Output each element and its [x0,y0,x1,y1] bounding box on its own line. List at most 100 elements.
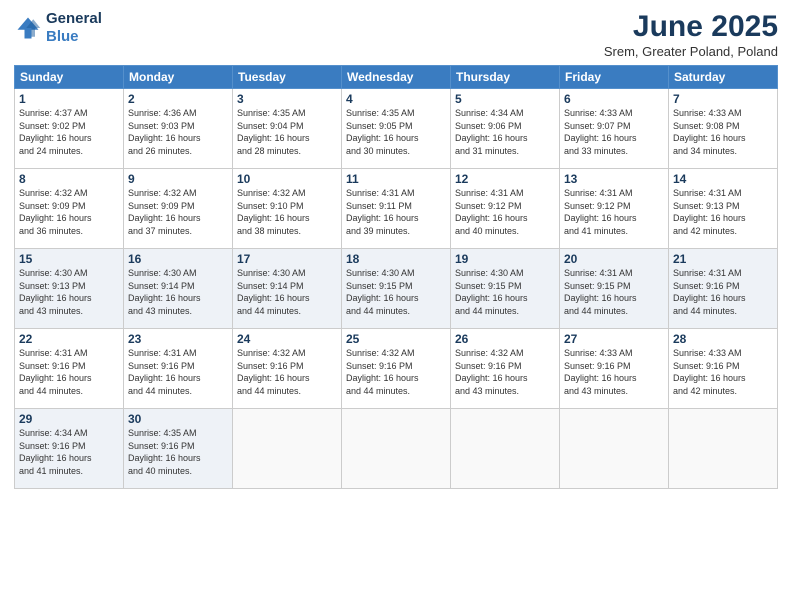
day-number: 2 [128,92,228,106]
table-cell: 11Sunrise: 4:31 AMSunset: 9:11 PMDayligh… [342,169,451,249]
day-number: 4 [346,92,446,106]
day-number: 9 [128,172,228,186]
day-number: 20 [564,252,664,266]
day-number: 18 [346,252,446,266]
day-number: 17 [237,252,337,266]
header: General Blue June 2025 Srem, Greater Pol… [14,10,778,59]
day-number: 16 [128,252,228,266]
table-cell: 2Sunrise: 4:36 AMSunset: 9:03 PMDaylight… [124,89,233,169]
day-info: Sunrise: 4:32 AMSunset: 9:10 PMDaylight:… [237,187,337,237]
col-friday: Friday [560,66,669,89]
day-info: Sunrise: 4:30 AMSunset: 9:14 PMDaylight:… [128,267,228,317]
logo: General Blue [14,10,102,46]
table-cell: 15Sunrise: 4:30 AMSunset: 9:13 PMDayligh… [15,249,124,329]
table-cell: 3Sunrise: 4:35 AMSunset: 9:04 PMDaylight… [233,89,342,169]
day-number: 27 [564,332,664,346]
table-cell: 18Sunrise: 4:30 AMSunset: 9:15 PMDayligh… [342,249,451,329]
day-number: 10 [237,172,337,186]
table-cell: 4Sunrise: 4:35 AMSunset: 9:05 PMDaylight… [342,89,451,169]
day-number: 24 [237,332,337,346]
day-info: Sunrise: 4:35 AMSunset: 9:05 PMDaylight:… [346,107,446,157]
day-info: Sunrise: 4:33 AMSunset: 9:08 PMDaylight:… [673,107,773,157]
table-cell: 23Sunrise: 4:31 AMSunset: 9:16 PMDayligh… [124,329,233,409]
table-cell: 14Sunrise: 4:31 AMSunset: 9:13 PMDayligh… [669,169,778,249]
day-info: Sunrise: 4:37 AMSunset: 9:02 PMDaylight:… [19,107,119,157]
table-cell: 6Sunrise: 4:33 AMSunset: 9:07 PMDaylight… [560,89,669,169]
page: General Blue June 2025 Srem, Greater Pol… [0,0,792,612]
table-cell: 28Sunrise: 4:33 AMSunset: 9:16 PMDayligh… [669,329,778,409]
month-title: June 2025 [604,10,778,44]
day-number: 5 [455,92,555,106]
table-cell: 1Sunrise: 4:37 AMSunset: 9:02 PMDaylight… [15,89,124,169]
col-wednesday: Wednesday [342,66,451,89]
day-info: Sunrise: 4:31 AMSunset: 9:12 PMDaylight:… [455,187,555,237]
day-number: 7 [673,92,773,106]
day-number: 26 [455,332,555,346]
day-info: Sunrise: 4:36 AMSunset: 9:03 PMDaylight:… [128,107,228,157]
col-thursday: Thursday [451,66,560,89]
logo-icon [14,14,42,42]
table-cell [342,409,451,489]
day-number: 30 [128,412,228,426]
day-number: 6 [564,92,664,106]
table-cell: 7Sunrise: 4:33 AMSunset: 9:08 PMDaylight… [669,89,778,169]
day-info: Sunrise: 4:32 AMSunset: 9:16 PMDaylight:… [346,347,446,397]
day-number: 15 [19,252,119,266]
table-cell: 21Sunrise: 4:31 AMSunset: 9:16 PMDayligh… [669,249,778,329]
day-number: 12 [455,172,555,186]
week-row-4: 22Sunrise: 4:31 AMSunset: 9:16 PMDayligh… [15,329,778,409]
day-info: Sunrise: 4:30 AMSunset: 9:14 PMDaylight:… [237,267,337,317]
day-number: 28 [673,332,773,346]
table-cell: 20Sunrise: 4:31 AMSunset: 9:15 PMDayligh… [560,249,669,329]
day-info: Sunrise: 4:34 AMSunset: 9:16 PMDaylight:… [19,427,119,477]
week-row-1: 1Sunrise: 4:37 AMSunset: 9:02 PMDaylight… [15,89,778,169]
day-info: Sunrise: 4:30 AMSunset: 9:15 PMDaylight:… [346,267,446,317]
day-info: Sunrise: 4:31 AMSunset: 9:16 PMDaylight:… [128,347,228,397]
table-cell: 10Sunrise: 4:32 AMSunset: 9:10 PMDayligh… [233,169,342,249]
day-info: Sunrise: 4:35 AMSunset: 9:16 PMDaylight:… [128,427,228,477]
table-cell: 17Sunrise: 4:30 AMSunset: 9:14 PMDayligh… [233,249,342,329]
table-cell [669,409,778,489]
day-info: Sunrise: 4:31 AMSunset: 9:13 PMDaylight:… [673,187,773,237]
table-cell: 26Sunrise: 4:32 AMSunset: 9:16 PMDayligh… [451,329,560,409]
day-info: Sunrise: 4:31 AMSunset: 9:16 PMDaylight:… [673,267,773,317]
day-number: 22 [19,332,119,346]
day-info: Sunrise: 4:31 AMSunset: 9:11 PMDaylight:… [346,187,446,237]
day-number: 14 [673,172,773,186]
day-number: 23 [128,332,228,346]
table-cell: 24Sunrise: 4:32 AMSunset: 9:16 PMDayligh… [233,329,342,409]
day-number: 19 [455,252,555,266]
table-cell [233,409,342,489]
day-number: 1 [19,92,119,106]
day-number: 21 [673,252,773,266]
day-info: Sunrise: 4:30 AMSunset: 9:13 PMDaylight:… [19,267,119,317]
col-sunday: Sunday [15,66,124,89]
day-info: Sunrise: 4:33 AMSunset: 9:16 PMDaylight:… [673,347,773,397]
table-cell: 27Sunrise: 4:33 AMSunset: 9:16 PMDayligh… [560,329,669,409]
calendar-header-row: Sunday Monday Tuesday Wednesday Thursday… [15,66,778,89]
day-number: 8 [19,172,119,186]
table-cell: 13Sunrise: 4:31 AMSunset: 9:12 PMDayligh… [560,169,669,249]
day-number: 13 [564,172,664,186]
week-row-5: 29Sunrise: 4:34 AMSunset: 9:16 PMDayligh… [15,409,778,489]
day-info: Sunrise: 4:32 AMSunset: 9:09 PMDaylight:… [128,187,228,237]
day-info: Sunrise: 4:32 AMSunset: 9:09 PMDaylight:… [19,187,119,237]
day-info: Sunrise: 4:31 AMSunset: 9:16 PMDaylight:… [19,347,119,397]
table-cell: 19Sunrise: 4:30 AMSunset: 9:15 PMDayligh… [451,249,560,329]
day-info: Sunrise: 4:32 AMSunset: 9:16 PMDaylight:… [237,347,337,397]
day-info: Sunrise: 4:30 AMSunset: 9:15 PMDaylight:… [455,267,555,317]
day-info: Sunrise: 4:31 AMSunset: 9:15 PMDaylight:… [564,267,664,317]
table-cell: 25Sunrise: 4:32 AMSunset: 9:16 PMDayligh… [342,329,451,409]
day-info: Sunrise: 4:33 AMSunset: 9:16 PMDaylight:… [564,347,664,397]
table-cell: 9Sunrise: 4:32 AMSunset: 9:09 PMDaylight… [124,169,233,249]
day-number: 3 [237,92,337,106]
table-cell: 22Sunrise: 4:31 AMSunset: 9:16 PMDayligh… [15,329,124,409]
col-tuesday: Tuesday [233,66,342,89]
col-saturday: Saturday [669,66,778,89]
table-cell: 5Sunrise: 4:34 AMSunset: 9:06 PMDaylight… [451,89,560,169]
title-block: June 2025 Srem, Greater Poland, Poland [604,10,778,59]
week-row-3: 15Sunrise: 4:30 AMSunset: 9:13 PMDayligh… [15,249,778,329]
day-number: 11 [346,172,446,186]
location-subtitle: Srem, Greater Poland, Poland [604,44,778,59]
table-cell [560,409,669,489]
